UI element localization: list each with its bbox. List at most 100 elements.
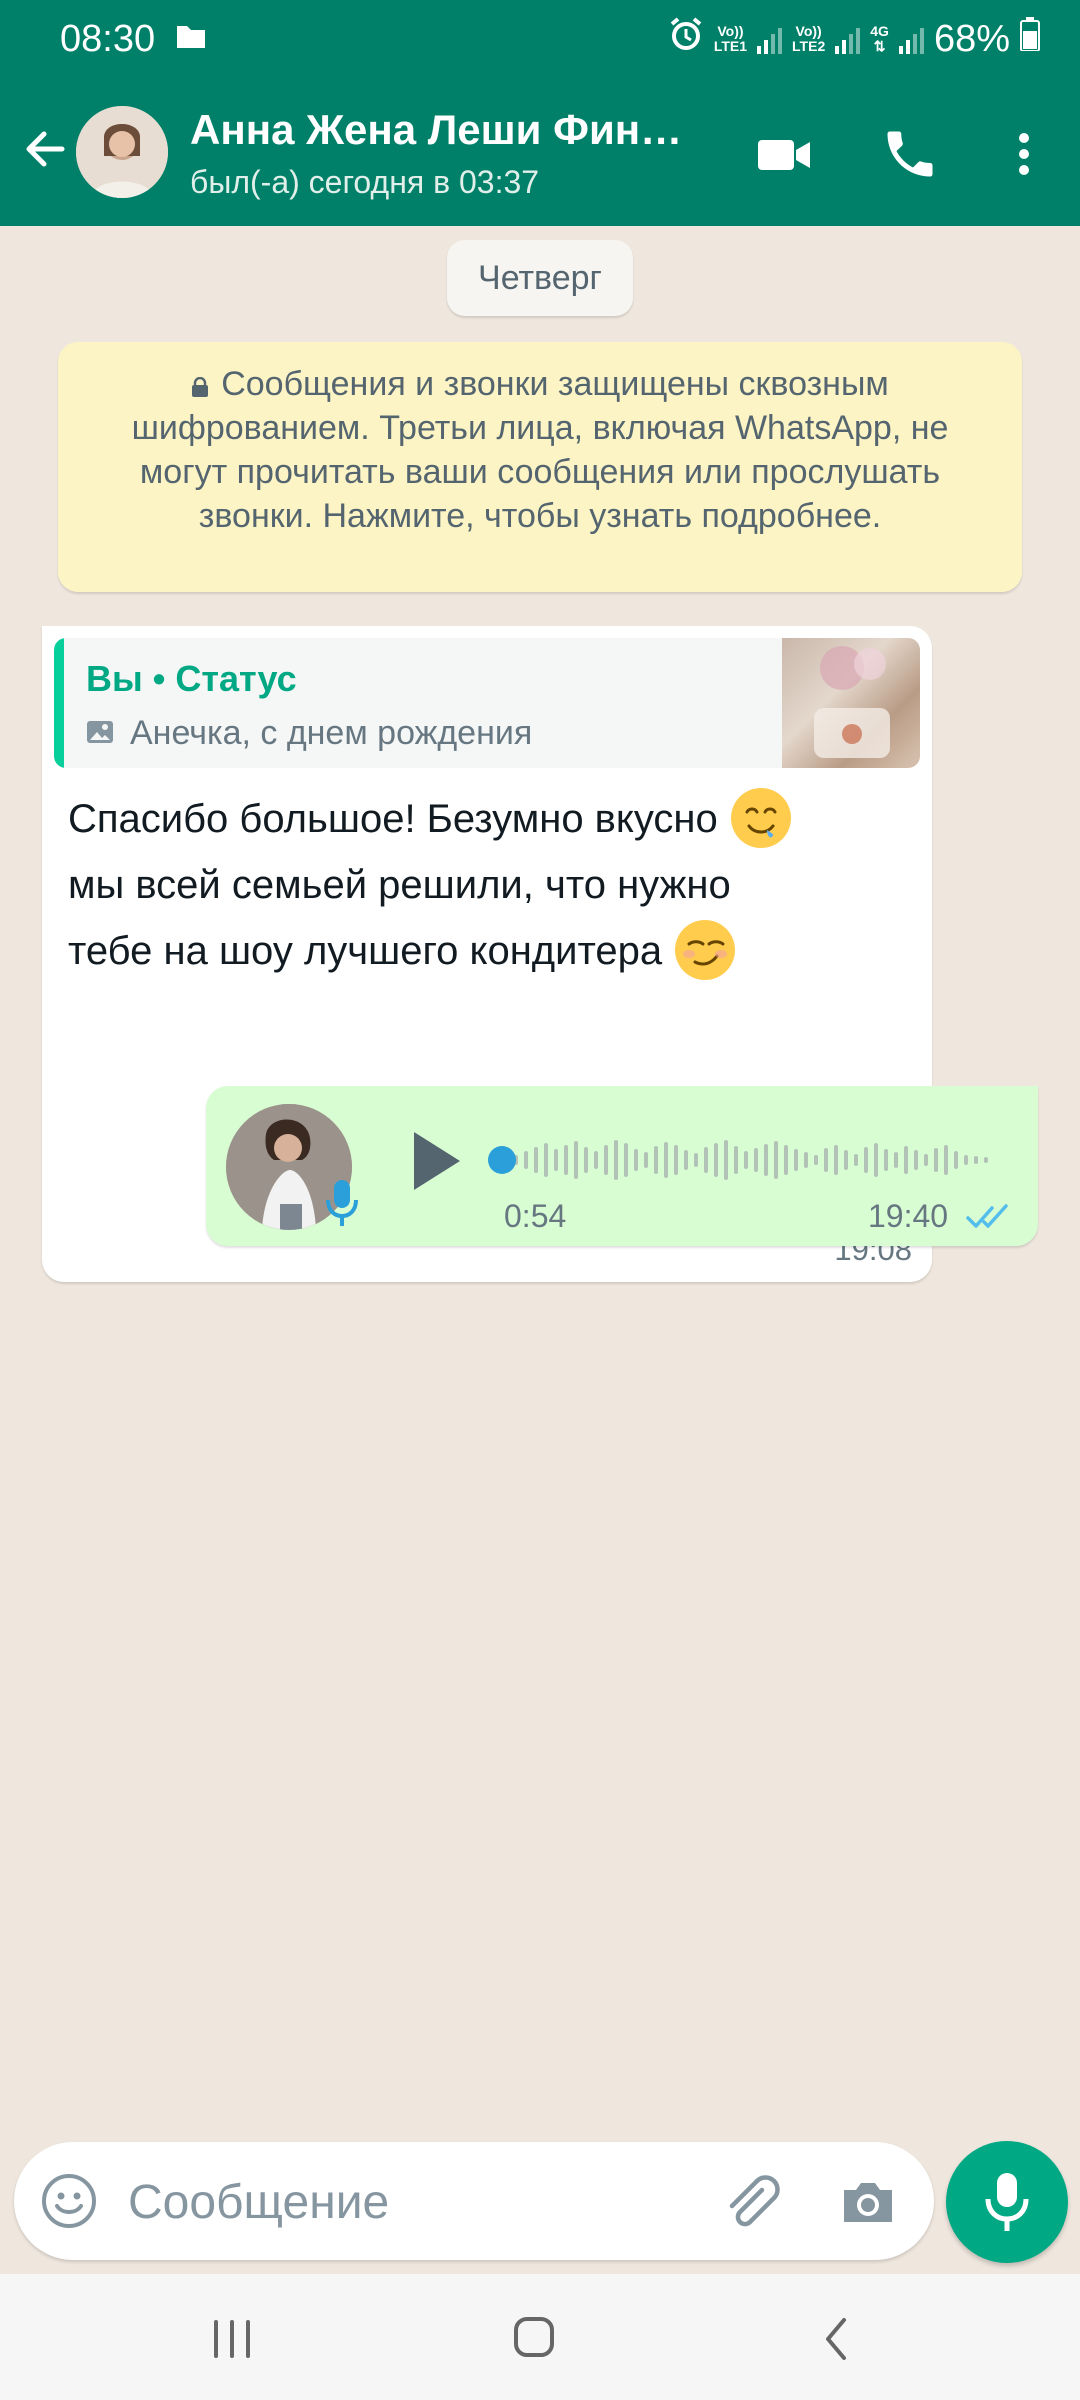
camera-icon[interactable] [838,2172,898,2232]
sim2-lte: LTE2 [792,38,826,54]
smirking-face-emoji-icon [673,918,737,982]
waveform-bar [524,1151,528,1169]
waveform-bar [574,1141,578,1179]
quoted-author: Вы • Статус [86,658,297,699]
waveform-bar [804,1152,808,1168]
waveform-bar [614,1140,618,1180]
waveform-bar [724,1140,728,1180]
read-ticks-icon [966,1202,1012,1232]
waveform-bar [904,1146,908,1174]
waveform-bar [554,1149,558,1171]
system-nav-bar [0,2274,1080,2400]
waveform-bar [704,1147,708,1173]
waveform-bar [644,1152,648,1168]
waveform-bar [774,1141,778,1179]
waveform-bar [694,1153,698,1167]
recent-apps-icon[interactable] [202,2314,262,2364]
folder-icon [175,24,207,55]
signal-icon [757,24,783,54]
quoted-text: Анечка, с днем рождения [130,714,533,752]
voice-duration: 0:54 [504,1198,567,1234]
waveform-bar [974,1156,978,1164]
message-input[interactable] [126,2162,690,2242]
alarm-icon [668,16,704,62]
waveform-bar [864,1147,868,1173]
home-icon[interactable] [504,2314,564,2364]
chat-header: Анна Жена Леши Фин… был(-а) сегодня в 03… [0,80,1080,226]
waveform-bar [944,1145,948,1175]
waveform-bar [604,1145,608,1175]
date-divider: Четверг [447,240,633,316]
video-call-icon[interactable] [754,124,814,184]
waveform-bar [664,1142,668,1178]
voice-call-icon[interactable] [880,124,940,184]
encryption-notice-text: Сообщения и звонки защищены сквозным шиф… [131,365,949,535]
network-label: 4G [870,23,889,39]
back-arrow-icon[interactable] [18,122,72,176]
lock-icon [191,364,209,397]
waveform-bar [924,1154,928,1166]
signal-icon [898,24,924,54]
audio-waveform[interactable] [488,1130,1008,1190]
sim2-volte: Vo)) [795,23,822,39]
more-vert-icon[interactable] [994,124,1054,184]
contact-name[interactable]: Анна Жена Леши Фин… [190,106,682,154]
waveform-bar [894,1152,898,1168]
waveform-bar [984,1157,988,1163]
waveform-bar [584,1147,588,1173]
image-icon [86,718,114,746]
play-icon[interactable] [402,1126,466,1196]
voice-record-button[interactable] [946,2141,1068,2263]
message-text: Спасибо большое! Безумно вкусно мы всей … [68,786,908,984]
emoji-icon[interactable] [40,2172,98,2230]
outgoing-voice-message[interactable]: 0:54 19:40 [206,1086,1038,1246]
back-nav-icon[interactable] [808,2314,868,2364]
waveform-bar [684,1150,688,1170]
chat-area[interactable]: Четверг Сообщения и звонки защищены скво… [0,226,1080,2140]
waveform-bar [834,1145,838,1175]
signal-icon [835,24,861,54]
waveform-bar [754,1148,758,1172]
waveform-bar [544,1143,548,1177]
battery-percent: 68% [933,17,1010,60]
status-time: 08:30 [60,18,156,60]
status-thumbnail [782,638,920,768]
waveform-bar [934,1148,938,1172]
waveform-bar [874,1143,878,1177]
waveform-bar [624,1143,628,1177]
waveform-bar [854,1154,858,1166]
waveform-bar [954,1151,958,1169]
waveform-bar [564,1145,568,1175]
waveform-bar [744,1151,748,1169]
waveform-bar [734,1146,738,1174]
drooling-face-emoji-icon [729,786,793,850]
quote-bar [54,638,64,768]
encryption-notice[interactable]: Сообщения и звонки защищены сквозным шиф… [58,342,1022,592]
battery-icon [1020,17,1040,61]
waveform-bar [654,1146,658,1174]
contact-avatar[interactable] [76,106,168,198]
mic-icon [985,2173,1029,2231]
waveform-bar [884,1149,888,1171]
quoted-status[interactable]: Вы • Статус Анечка, с днем рождения [54,638,920,768]
message-time: 19:40 [868,1198,949,1234]
waveform-bar [794,1149,798,1171]
waveform-bar [824,1148,828,1172]
waveform-bar [594,1151,598,1169]
sim1-volte: Vo)) [717,23,744,39]
playback-progress-dot[interactable] [488,1146,516,1174]
message-line-2: мы всей семьей решили, что нужно [68,863,731,907]
status-icons: Vo)) LTE1 Vo)) LTE2 4G ⇅ 68% [668,16,1040,62]
waveform-bar [814,1155,818,1165]
waveform-bar [534,1147,538,1173]
message-composer [14,2142,934,2260]
waveform-bar [964,1155,968,1165]
status-bar: 08:30 Vo)) LTE1 Vo)) LTE2 4G ⇅ 68% [0,0,1080,80]
sim2-indicator: Vo)) LTE2 [792,24,825,54]
waveform-bar [784,1145,788,1175]
last-seen: был(-а) сегодня в 03:37 [190,164,540,200]
mic-badge-icon [324,1178,360,1228]
attach-icon[interactable] [718,2170,782,2234]
waveform-bar [634,1149,638,1171]
waveform-bar [914,1150,918,1170]
